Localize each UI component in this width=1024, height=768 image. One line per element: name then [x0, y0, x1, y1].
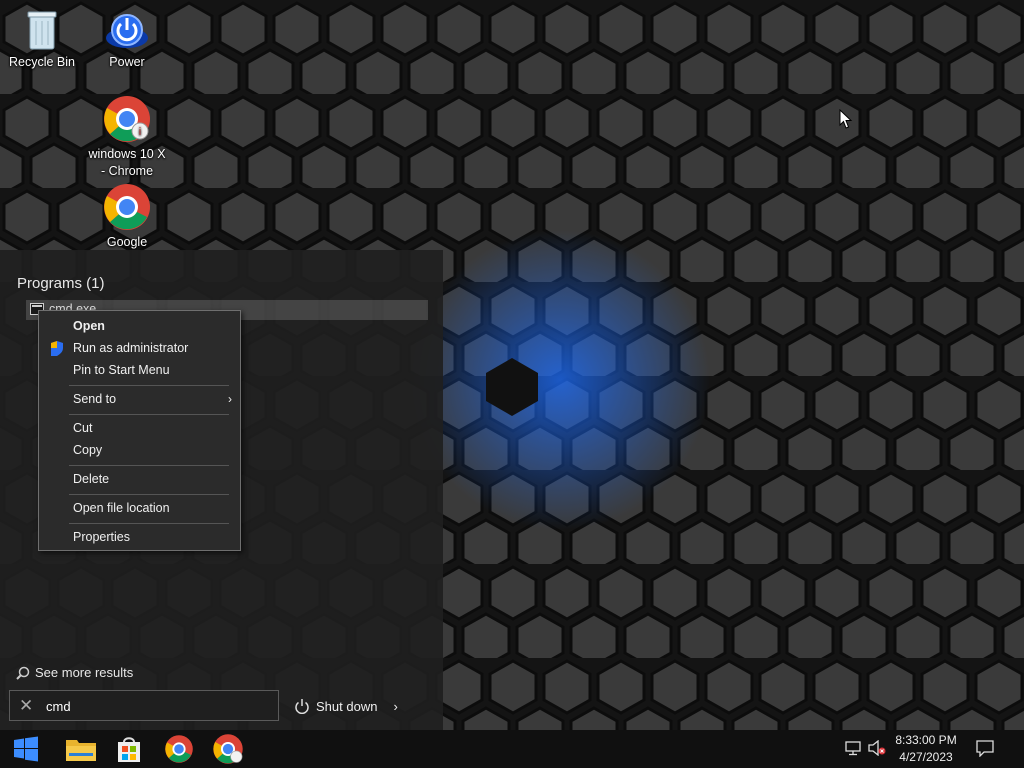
- start-search-input[interactable]: [46, 696, 266, 716]
- menu-item-label: Send to: [73, 392, 117, 406]
- desktop-icon-google[interactable]: Google: [85, 182, 169, 251]
- menu-separator: [69, 494, 229, 495]
- menu-item-label: Copy: [73, 443, 103, 457]
- menu-item-open[interactable]: Open: [39, 315, 240, 337]
- taskbar: 8:33:00 PM 4/27/2023: [0, 730, 1024, 768]
- submenu-arrow-icon: ›: [228, 392, 232, 406]
- network-icon[interactable]: [845, 740, 861, 756]
- chrome-icon: [104, 184, 150, 230]
- start-button[interactable]: [2, 730, 50, 768]
- clock-time: 8:33:00 PM: [895, 733, 957, 747]
- desktop-icon-recycle-bin[interactable]: Recycle Bin: [0, 6, 84, 71]
- menu-item-label: Run as administrator: [73, 341, 189, 355]
- taskbar-file-explorer[interactable]: [57, 730, 105, 768]
- programs-header: Programs (1): [17, 275, 105, 292]
- shutdown-label: Shut down: [316, 698, 378, 714]
- taskbar-clock[interactable]: 8:33:00 PM 4/27/2023: [890, 732, 962, 766]
- uac-shield-icon: [51, 341, 63, 356]
- recycle-bin-icon: [27, 11, 57, 50]
- menu-item-copy[interactable]: Copy: [39, 439, 240, 461]
- desktop-icon-label: Google: [106, 235, 148, 249]
- taskbar-chrome-profile[interactable]: [204, 730, 252, 768]
- menu-separator: [69, 385, 229, 386]
- chrome-shortcut-icon: [213, 734, 243, 764]
- menu-item-cut[interactable]: Cut: [39, 417, 240, 439]
- clock-date: 4/27/2023: [899, 750, 953, 764]
- desktop-icon-label: Recycle Bin: [9, 55, 75, 69]
- windows-logo-icon: [14, 736, 38, 762]
- taskbar-store[interactable]: [105, 730, 153, 768]
- folder-icon: [66, 740, 96, 761]
- svg-text:i: i: [139, 126, 141, 138]
- desktop-icon-label: windows 10 X - Chrome: [88, 147, 166, 178]
- menu-item-run-as-administrator[interactable]: Run as administrator: [39, 337, 240, 359]
- menu-item-delete[interactable]: Delete: [39, 468, 240, 490]
- see-more-results-link[interactable]: See more results: [16, 665, 133, 680]
- menu-item-label: Properties: [73, 530, 130, 544]
- volume-muted-icon[interactable]: [868, 740, 886, 756]
- desktop-icon-label: Power: [109, 55, 145, 69]
- shutdown-options-chevron-icon[interactable]: ›: [393, 699, 397, 714]
- menu-item-label: Open: [73, 319, 105, 333]
- menu-item-open-file-location[interactable]: Open file location: [39, 497, 240, 519]
- chrome-shortcut-icon: i: [104, 96, 150, 142]
- search-icon: [16, 666, 30, 680]
- shutdown-button[interactable]: Shut down ›: [294, 695, 398, 717]
- action-center-icon[interactable]: [976, 740, 994, 757]
- menu-item-pin-to-start[interactable]: Pin to Start Menu: [39, 359, 240, 381]
- menu-item-label: Open file location: [73, 501, 170, 515]
- menu-separator: [69, 523, 229, 524]
- menu-item-label: Cut: [73, 421, 93, 435]
- taskbar-chrome[interactable]: [155, 730, 203, 768]
- see-more-label: See more results: [35, 665, 134, 680]
- start-search-box[interactable]: ✕: [9, 690, 279, 721]
- mouse-cursor-icon: [839, 109, 853, 129]
- menu-item-label: Delete: [73, 472, 110, 486]
- store-icon: [118, 737, 140, 762]
- context-menu: Open Run as administrator Pin to Start M…: [38, 310, 241, 551]
- menu-separator: [69, 414, 229, 415]
- chrome-icon: [165, 735, 193, 763]
- menu-item-properties[interactable]: Properties: [39, 526, 240, 548]
- menu-separator: [69, 465, 229, 466]
- desktop-icon-power[interactable]: Power: [85, 8, 169, 71]
- menu-item-send-to[interactable]: Send to ›: [39, 388, 240, 410]
- power-button-icon: [295, 699, 309, 714]
- power-icon: [106, 14, 148, 48]
- menu-item-label: Pin to Start Menu: [73, 363, 170, 377]
- desktop-icon-chrome-shortcut[interactable]: i windows 10 X - Chrome: [85, 94, 169, 180]
- clear-search-icon[interactable]: ✕: [19, 697, 33, 714]
